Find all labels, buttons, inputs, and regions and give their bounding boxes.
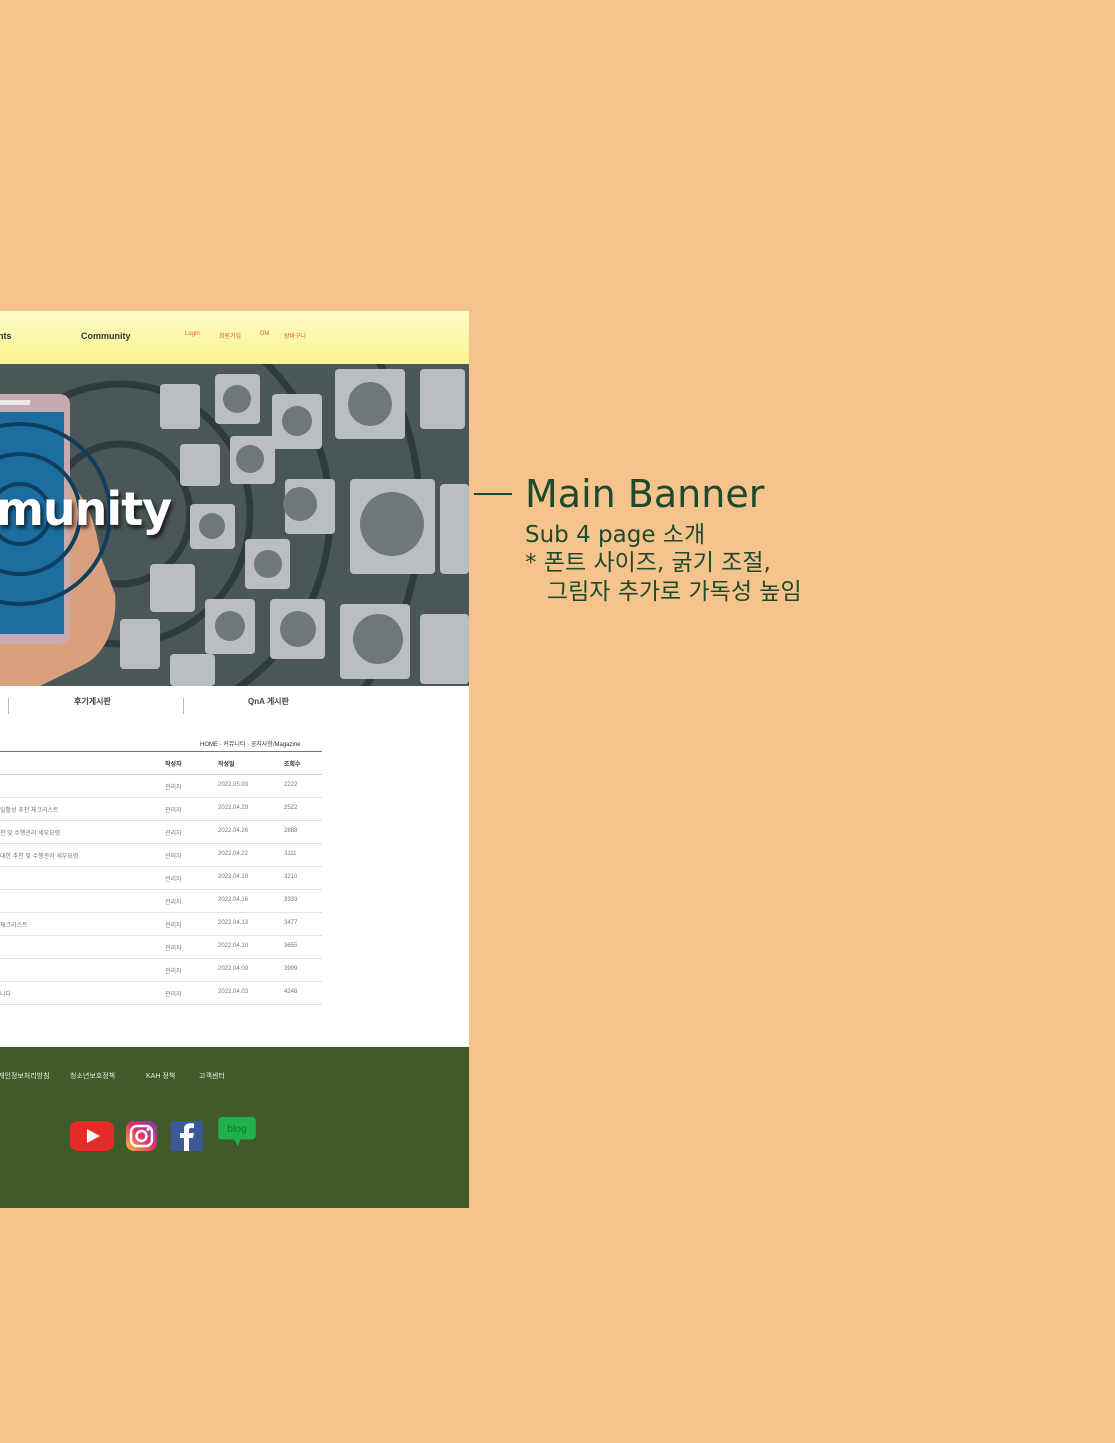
- table-row[interactable]: 니다 관리자 2022.04.03 4248: [0, 982, 322, 1005]
- row-author: 관리자: [165, 900, 182, 906]
- column-header-author: 작성자: [165, 762, 182, 768]
- footer-link-youth[interactable]: 청소년보호정책: [70, 1071, 115, 1081]
- signup-link[interactable]: 회원가입: [219, 331, 241, 340]
- row-author: 관리자: [165, 854, 182, 860]
- row-author: 관리자: [165, 969, 182, 975]
- annotation-line-1: Sub 4 page 소개: [525, 522, 706, 548]
- tab-qna[interactable]: QnA 게시판: [248, 696, 289, 707]
- row-title: 체크리스트: [0, 923, 28, 929]
- row-author: 관리자: [165, 785, 182, 791]
- tab-divider: [8, 698, 9, 714]
- table-row[interactable]: 관리자 2022.04.16 3333: [0, 890, 322, 913]
- row-author: 관리자: [165, 808, 182, 814]
- row-date: 2022.04.26: [218, 828, 249, 834]
- table-row[interactable]: 체크리스트 관리자 2022.04.13 3477: [0, 913, 322, 936]
- column-header-date: 작성일: [218, 762, 235, 768]
- nav-item-contents[interactable]: nts: [0, 331, 12, 341]
- row-views: 3655: [284, 943, 298, 949]
- row-views: 3999: [284, 966, 298, 972]
- cart-link[interactable]: 장바구니: [284, 331, 306, 340]
- row-views: 3210: [284, 874, 298, 880]
- row-title: 천 및 수행관리 세부요령: [0, 831, 61, 837]
- row-views: 3477: [284, 920, 298, 926]
- row-date: 2022.05.03: [218, 782, 249, 788]
- banner-title: munity: [0, 482, 172, 536]
- row-views: 2222: [284, 782, 298, 788]
- row-title: 니다: [0, 992, 12, 998]
- notice-board-table: 작성자 작성일 조회수 관리자 2022.05.03 2222 일활성 추천 체크리스…: [0, 751, 322, 1005]
- row-author: 관리자: [165, 946, 182, 952]
- table-row[interactable]: 일활성 추천 체크리스트 관리자 2022.04.29 2522: [0, 798, 322, 821]
- row-views: 4248: [284, 989, 298, 995]
- row-title: 대한 추천 및 수행관리 세부요령: [0, 854, 79, 860]
- site-footer: 개인정보처리방침 청소년보호정책 KAH 정책 고객센터 blog: [0, 1047, 469, 1208]
- annotation-line-2: * 폰트 사이즈, 굵기 조절,: [525, 550, 771, 576]
- instagram-icon[interactable]: [126, 1121, 157, 1151]
- table-row[interactable]: 관리자 2022.05.03 2222: [0, 775, 322, 798]
- facebook-icon[interactable]: [171, 1121, 203, 1151]
- login-link[interactable]: Login: [185, 331, 200, 337]
- table-row[interactable]: 대한 추천 및 수행관리 세부요령 관리자 2022.04.22 3111: [0, 844, 322, 867]
- tab-reviews[interactable]: 후기게시판: [74, 696, 111, 707]
- site-header: nts Community Login 회원가입 DM 장바구니: [0, 311, 469, 364]
- annotation-title: Main Banner: [525, 472, 765, 516]
- board-tabs: 후기게시판 QnA 게시판: [0, 696, 469, 718]
- row-date: 2022.04.16: [218, 897, 249, 903]
- table-row[interactable]: 관리자 2022.04.19 3210: [0, 867, 322, 890]
- row-date: 2022.04.09: [218, 966, 249, 972]
- row-views: 3111: [284, 851, 297, 857]
- row-author: 관리자: [165, 992, 182, 998]
- page-mockup: nts Community Login 회원가입 DM 장바구니 munity …: [0, 311, 469, 1208]
- annotation-line-3: 그림자 추가로 가독성 높임: [525, 579, 802, 605]
- row-date: 2022.04.19: [218, 874, 249, 880]
- row-date: 2022.04.22: [218, 851, 249, 857]
- table-row[interactable]: 관리자 2022.04.10 3655: [0, 936, 322, 959]
- row-author: 관리자: [165, 877, 182, 883]
- footer-link-privacy[interactable]: 개인정보처리방침: [0, 1071, 50, 1081]
- row-author: 관리자: [165, 831, 182, 837]
- row-date: 2022.04.10: [218, 943, 249, 949]
- blog-icon-label: blog: [227, 1124, 247, 1135]
- tab-divider: [183, 698, 184, 714]
- breadcrumb: HOME · 커뮤니티 · 공지사항/Magazine: [200, 742, 301, 748]
- column-header-views: 조회수: [284, 762, 301, 768]
- annotation-pointer-line: [474, 493, 512, 495]
- row-views: 3333: [284, 897, 298, 903]
- youtube-icon[interactable]: [70, 1121, 114, 1151]
- table-row[interactable]: 관리자 2022.04.09 3999: [0, 959, 322, 982]
- nav-item-community[interactable]: Community: [81, 331, 131, 341]
- row-date: 2022.04.03: [218, 989, 249, 995]
- footer-link-policy[interactable]: KAH 정책: [146, 1071, 175, 1081]
- main-banner: munity: [0, 364, 469, 686]
- dm-link[interactable]: DM: [260, 331, 269, 337]
- footer-link-support[interactable]: 고객센터: [199, 1071, 225, 1081]
- row-title: 일활성 추천 체크리스트: [0, 808, 59, 814]
- blog-icon[interactable]: blog: [217, 1117, 257, 1147]
- table-row[interactable]: 천 및 수행관리 세부요령 관리자 2022.04.26 2888: [0, 821, 322, 844]
- row-views: 2522: [284, 805, 298, 811]
- row-date: 2022.04.13: [218, 920, 249, 926]
- table-header: 작성자 작성일 조회수: [0, 751, 322, 775]
- row-date: 2022.04.29: [218, 805, 249, 811]
- row-views: 2888: [284, 828, 298, 834]
- row-author: 관리자: [165, 923, 182, 929]
